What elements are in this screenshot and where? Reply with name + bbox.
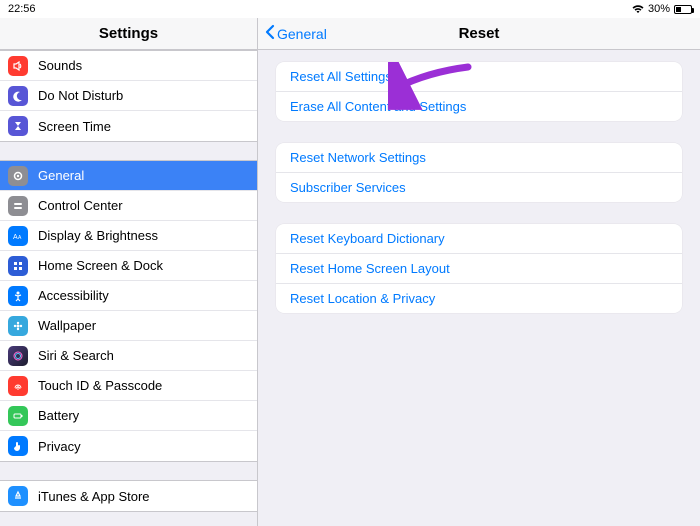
sidebar-item-label: Wallpaper xyxy=(38,318,247,333)
sidebar-title: Settings xyxy=(0,18,257,50)
sidebar-item-sounds[interactable]: Sounds xyxy=(0,51,257,81)
sidebar-item-label: Touch ID & Passcode xyxy=(38,378,247,393)
back-button[interactable]: General xyxy=(264,18,327,49)
fingerprint-icon xyxy=(8,376,28,396)
flower-icon xyxy=(8,316,28,336)
gear-icon xyxy=(8,166,28,186)
reset-section-3: Reset Keyboard Dictionary Reset Home Scr… xyxy=(276,224,682,313)
sidebar-item-label: Display & Brightness xyxy=(38,228,247,243)
sidebar-item-privacy[interactable]: Privacy xyxy=(0,431,257,461)
detail-header: General Reset xyxy=(258,18,700,50)
sidebar-item-display[interactable]: AA Display & Brightness xyxy=(0,221,257,251)
chevron-left-icon xyxy=(264,24,275,43)
switches-icon xyxy=(8,196,28,216)
reset-all-settings[interactable]: Reset All Settings xyxy=(276,62,682,92)
sidebar-group-3: iTunes & App Store xyxy=(0,480,257,512)
sidebar-item-screentime[interactable]: Screen Time xyxy=(0,111,257,141)
reset-network-settings[interactable]: Reset Network Settings xyxy=(276,143,682,173)
sidebar-item-label: iTunes & App Store xyxy=(38,489,247,504)
moon-icon xyxy=(8,86,28,106)
sidebar-item-dnd[interactable]: Do Not Disturb xyxy=(0,81,257,111)
reset-keyboard-dictionary[interactable]: Reset Keyboard Dictionary xyxy=(276,224,682,254)
sidebar-item-battery[interactable]: Battery xyxy=(0,401,257,431)
svg-text:A: A xyxy=(18,235,22,241)
detail-title: Reset xyxy=(459,25,500,42)
sidebar-item-touchid[interactable]: Touch ID & Passcode xyxy=(0,371,257,401)
sidebar-item-wallpaper[interactable]: Wallpaper xyxy=(0,311,257,341)
sidebar-group-1: Sounds Do Not Disturb Screen Time xyxy=(0,50,257,142)
sidebar-item-label: Siri & Search xyxy=(38,348,247,363)
hourglass-icon xyxy=(8,116,28,136)
status-bar: 22:56 30% xyxy=(0,0,700,18)
sidebar-item-label: Control Center xyxy=(38,198,247,213)
sidebar-item-label: Screen Time xyxy=(38,119,247,134)
sidebar-item-accessibility[interactable]: Accessibility xyxy=(0,281,257,311)
erase-all-content[interactable]: Erase All Content and Settings xyxy=(276,92,682,121)
status-time: 22:56 xyxy=(8,3,36,15)
sidebar-group-2: General Control Center AA Display & Brig… xyxy=(0,160,257,462)
sidebar-item-general[interactable]: General xyxy=(0,161,257,191)
sidebar-item-label: General xyxy=(38,168,247,183)
settings-sidebar: Settings Sounds Do Not Disturb xyxy=(0,18,258,526)
hand-icon xyxy=(8,436,28,456)
sidebar-item-label: Sounds xyxy=(38,58,247,73)
subscriber-services[interactable]: Subscriber Services xyxy=(276,173,682,202)
reset-section-2: Reset Network Settings Subscriber Servic… xyxy=(276,143,682,202)
back-label: General xyxy=(277,26,327,42)
reset-section-1: Reset All Settings Erase All Content and… xyxy=(276,62,682,121)
sidebar-item-siri[interactable]: Siri & Search xyxy=(0,341,257,371)
sidebar-item-label: Home Screen & Dock xyxy=(38,258,247,273)
sidebar-item-label: Battery xyxy=(38,408,247,423)
wifi-icon xyxy=(632,4,644,14)
grid-icon xyxy=(8,256,28,276)
sidebar-item-label: Privacy xyxy=(38,439,247,454)
sidebar-item-controlcenter[interactable]: Control Center xyxy=(0,191,257,221)
text-size-icon: AA xyxy=(8,226,28,246)
sidebar-item-label: Accessibility xyxy=(38,288,247,303)
sidebar-item-appstore[interactable]: iTunes & App Store xyxy=(0,481,257,511)
appstore-icon xyxy=(8,486,28,506)
reset-home-screen-layout[interactable]: Reset Home Screen Layout xyxy=(276,254,682,284)
sounds-icon xyxy=(8,56,28,76)
status-right: 30% xyxy=(632,3,692,15)
sidebar-item-label: Do Not Disturb xyxy=(38,88,247,103)
battery-row-icon xyxy=(8,406,28,426)
sidebar-item-homescreen[interactable]: Home Screen & Dock xyxy=(0,251,257,281)
battery-percent: 30% xyxy=(648,3,670,15)
siri-icon xyxy=(8,346,28,366)
battery-icon xyxy=(674,5,692,14)
person-icon xyxy=(8,286,28,306)
reset-location-privacy[interactable]: Reset Location & Privacy xyxy=(276,284,682,313)
detail-pane: General Reset Reset All Settings Erase A… xyxy=(258,18,700,526)
